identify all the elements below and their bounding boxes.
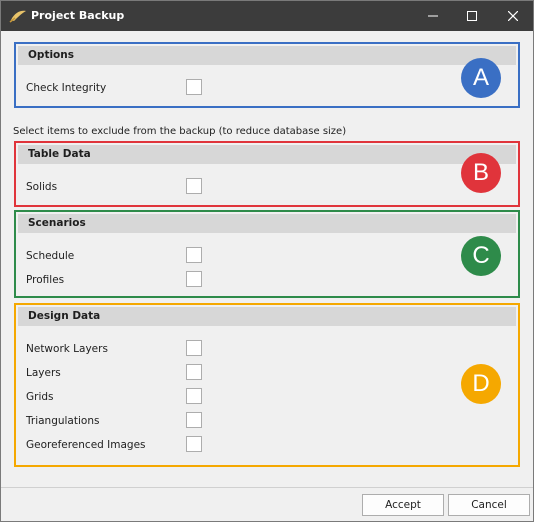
layers-checkbox[interactable]: [186, 364, 202, 380]
table-data-header: Table Data: [18, 145, 516, 164]
section-d-badge: D: [461, 364, 501, 404]
project-backup-window: Project Backup Options Check Integrity A…: [0, 0, 534, 522]
design-data-header: Design Data: [18, 307, 516, 326]
design-data-title: Design Data: [28, 310, 101, 322]
check-integrity-label: Check Integrity: [26, 82, 107, 94]
exclude-note: Select items to exclude from the backup …: [13, 126, 347, 137]
table-data-title: Table Data: [28, 148, 91, 160]
check-integrity-checkbox[interactable]: [186, 79, 202, 95]
profiles-checkbox[interactable]: [186, 271, 202, 287]
grids-label: Grids: [26, 391, 54, 403]
schedule-label: Schedule: [26, 250, 75, 262]
layers-label: Layers: [26, 367, 61, 379]
network-layers-checkbox[interactable]: [186, 340, 202, 356]
title-bar: Project Backup: [1, 1, 533, 31]
minimize-button[interactable]: [415, 1, 451, 31]
maximize-button[interactable]: [454, 1, 490, 31]
section-a-badge: A: [461, 58, 501, 98]
scenarios-section: Scenarios Schedule Profiles C: [14, 210, 520, 298]
options-header: Options: [18, 46, 516, 65]
solids-label: Solids: [26, 181, 58, 193]
app-icon: [9, 10, 26, 23]
cancel-button[interactable]: Cancel: [448, 494, 530, 516]
georeferenced-images-checkbox[interactable]: [186, 436, 202, 452]
georeferenced-images-label: Georeferenced Images: [26, 439, 146, 451]
window-title: Project Backup: [31, 9, 125, 22]
close-icon: [508, 11, 518, 21]
options-title: Options: [28, 49, 74, 61]
section-c-badge: C: [461, 236, 501, 276]
close-button[interactable]: [495, 1, 531, 31]
network-layers-label: Network Layers: [26, 343, 108, 355]
minimize-icon: [428, 15, 438, 17]
triangulations-label: Triangulations: [26, 415, 100, 427]
solids-checkbox[interactable]: [186, 178, 202, 194]
accept-button[interactable]: Accept: [362, 494, 444, 516]
schedule-checkbox[interactable]: [186, 247, 202, 263]
maximize-icon: [467, 11, 477, 21]
triangulations-checkbox[interactable]: [186, 412, 202, 428]
design-data-section: Design Data Network Layers Layers Grids …: [14, 303, 520, 467]
scenarios-title: Scenarios: [28, 217, 86, 229]
section-b-badge: B: [461, 153, 501, 193]
profiles-label: Profiles: [26, 274, 65, 286]
scenarios-header: Scenarios: [18, 214, 516, 233]
options-section: Options Check Integrity A: [14, 42, 520, 108]
footer-divider: [1, 487, 533, 488]
grids-checkbox[interactable]: [186, 388, 202, 404]
table-data-section: Table Data Solids B: [14, 141, 520, 207]
